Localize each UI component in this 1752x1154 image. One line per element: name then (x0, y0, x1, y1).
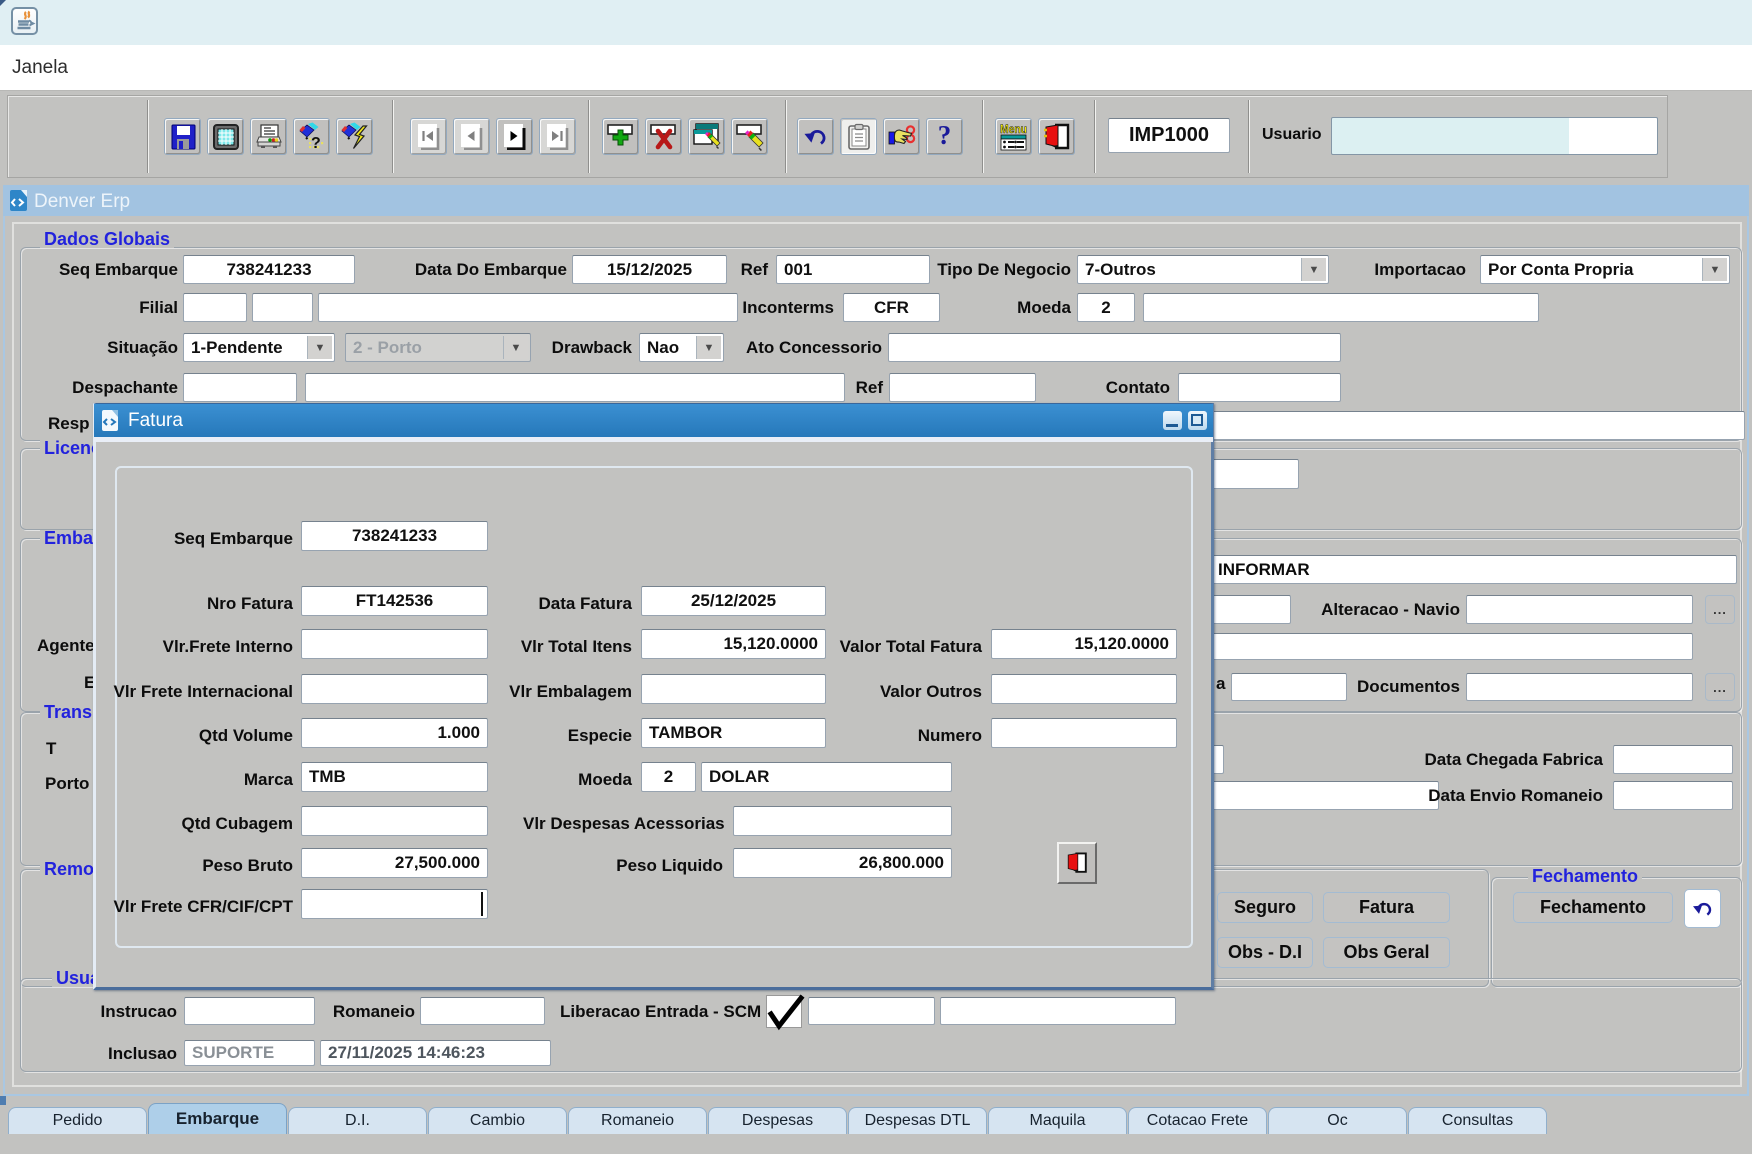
svg-text:Menu: Menu (1000, 122, 1027, 136)
svg-text:?: ? (311, 135, 321, 152)
